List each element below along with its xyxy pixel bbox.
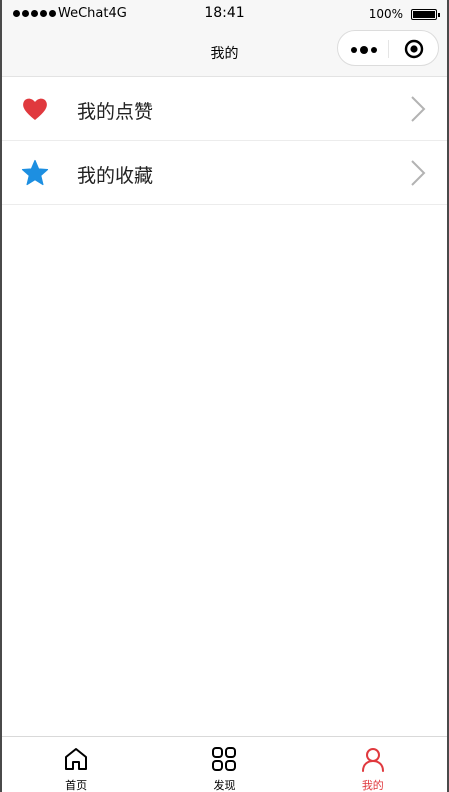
menu-item-my-favorites[interactable]: 我的收藏 xyxy=(2,141,447,205)
home-icon xyxy=(65,748,88,770)
tab-label: 我的 xyxy=(361,779,384,792)
capsule-divider xyxy=(388,40,389,58)
more-options-icon[interactable] xyxy=(351,46,377,54)
user-icon xyxy=(361,748,384,772)
chevron-right-icon xyxy=(411,160,426,186)
menu-item-label: 我的点赞 xyxy=(77,101,154,123)
menu-item-my-likes[interactable]: 我的点赞 xyxy=(2,77,447,141)
mini-program-capsule xyxy=(337,30,439,66)
tab-label: 发现 xyxy=(213,779,236,792)
navigation-bar: 我的 xyxy=(2,30,447,77)
status-bar: WeChat4G 18:41 100% xyxy=(2,0,447,30)
grid-icon xyxy=(212,747,237,771)
tab-home[interactable]: 首页 xyxy=(2,737,150,792)
battery-percentage: 100% xyxy=(368,7,403,21)
star-icon xyxy=(21,159,49,186)
tab-discover[interactable]: 发现 xyxy=(150,737,298,792)
close-mini-program-icon[interactable] xyxy=(404,39,424,59)
chevron-right-icon xyxy=(411,96,426,122)
menu-list: 我的点赞 我的收藏 xyxy=(2,77,447,205)
tab-mine[interactable]: 我的 xyxy=(299,737,447,792)
tab-label: 首页 xyxy=(65,779,88,792)
menu-item-label: 我的收藏 xyxy=(77,165,154,187)
battery-icon xyxy=(411,9,440,20)
heart-icon xyxy=(23,98,47,120)
phone-screen: WeChat4G 18:41 100% 我的 我的点赞 我的收藏 首页 发现 我… xyxy=(2,0,447,792)
tab-bar: 首页 发现 我的 xyxy=(2,736,447,792)
